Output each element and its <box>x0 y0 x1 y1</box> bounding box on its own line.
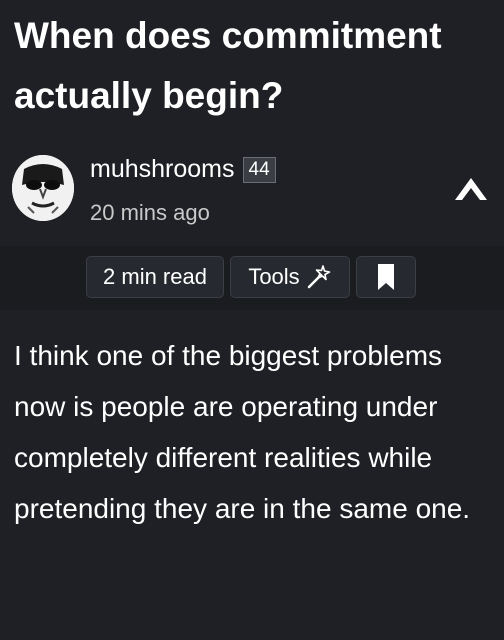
read-time-label: 2 min read <box>103 264 207 289</box>
chevron-up-icon <box>455 178 487 200</box>
bookmark-button[interactable] <box>356 256 416 298</box>
author-name[interactable]: muhshrooms <box>90 155 235 184</box>
collapse-button[interactable] <box>448 168 494 208</box>
tools-label: Tools <box>248 264 300 289</box>
bookmark-icon <box>378 264 394 290</box>
magic-wand-icon <box>307 265 330 289</box>
tools-button[interactable]: Tools <box>230 256 350 298</box>
avatar-image <box>12 155 74 221</box>
author-row: muhshrooms 44 <box>90 155 276 184</box>
post-title: When does commitment actually begin? <box>14 15 442 116</box>
read-time-button[interactable]: 2 min read <box>86 256 224 298</box>
post-timestamp: 20 mins ago <box>90 200 210 225</box>
reputation-badge: 44 <box>242 156 276 183</box>
avatar[interactable] <box>12 155 74 221</box>
post-body: I think one of the biggest problems now … <box>14 340 471 524</box>
